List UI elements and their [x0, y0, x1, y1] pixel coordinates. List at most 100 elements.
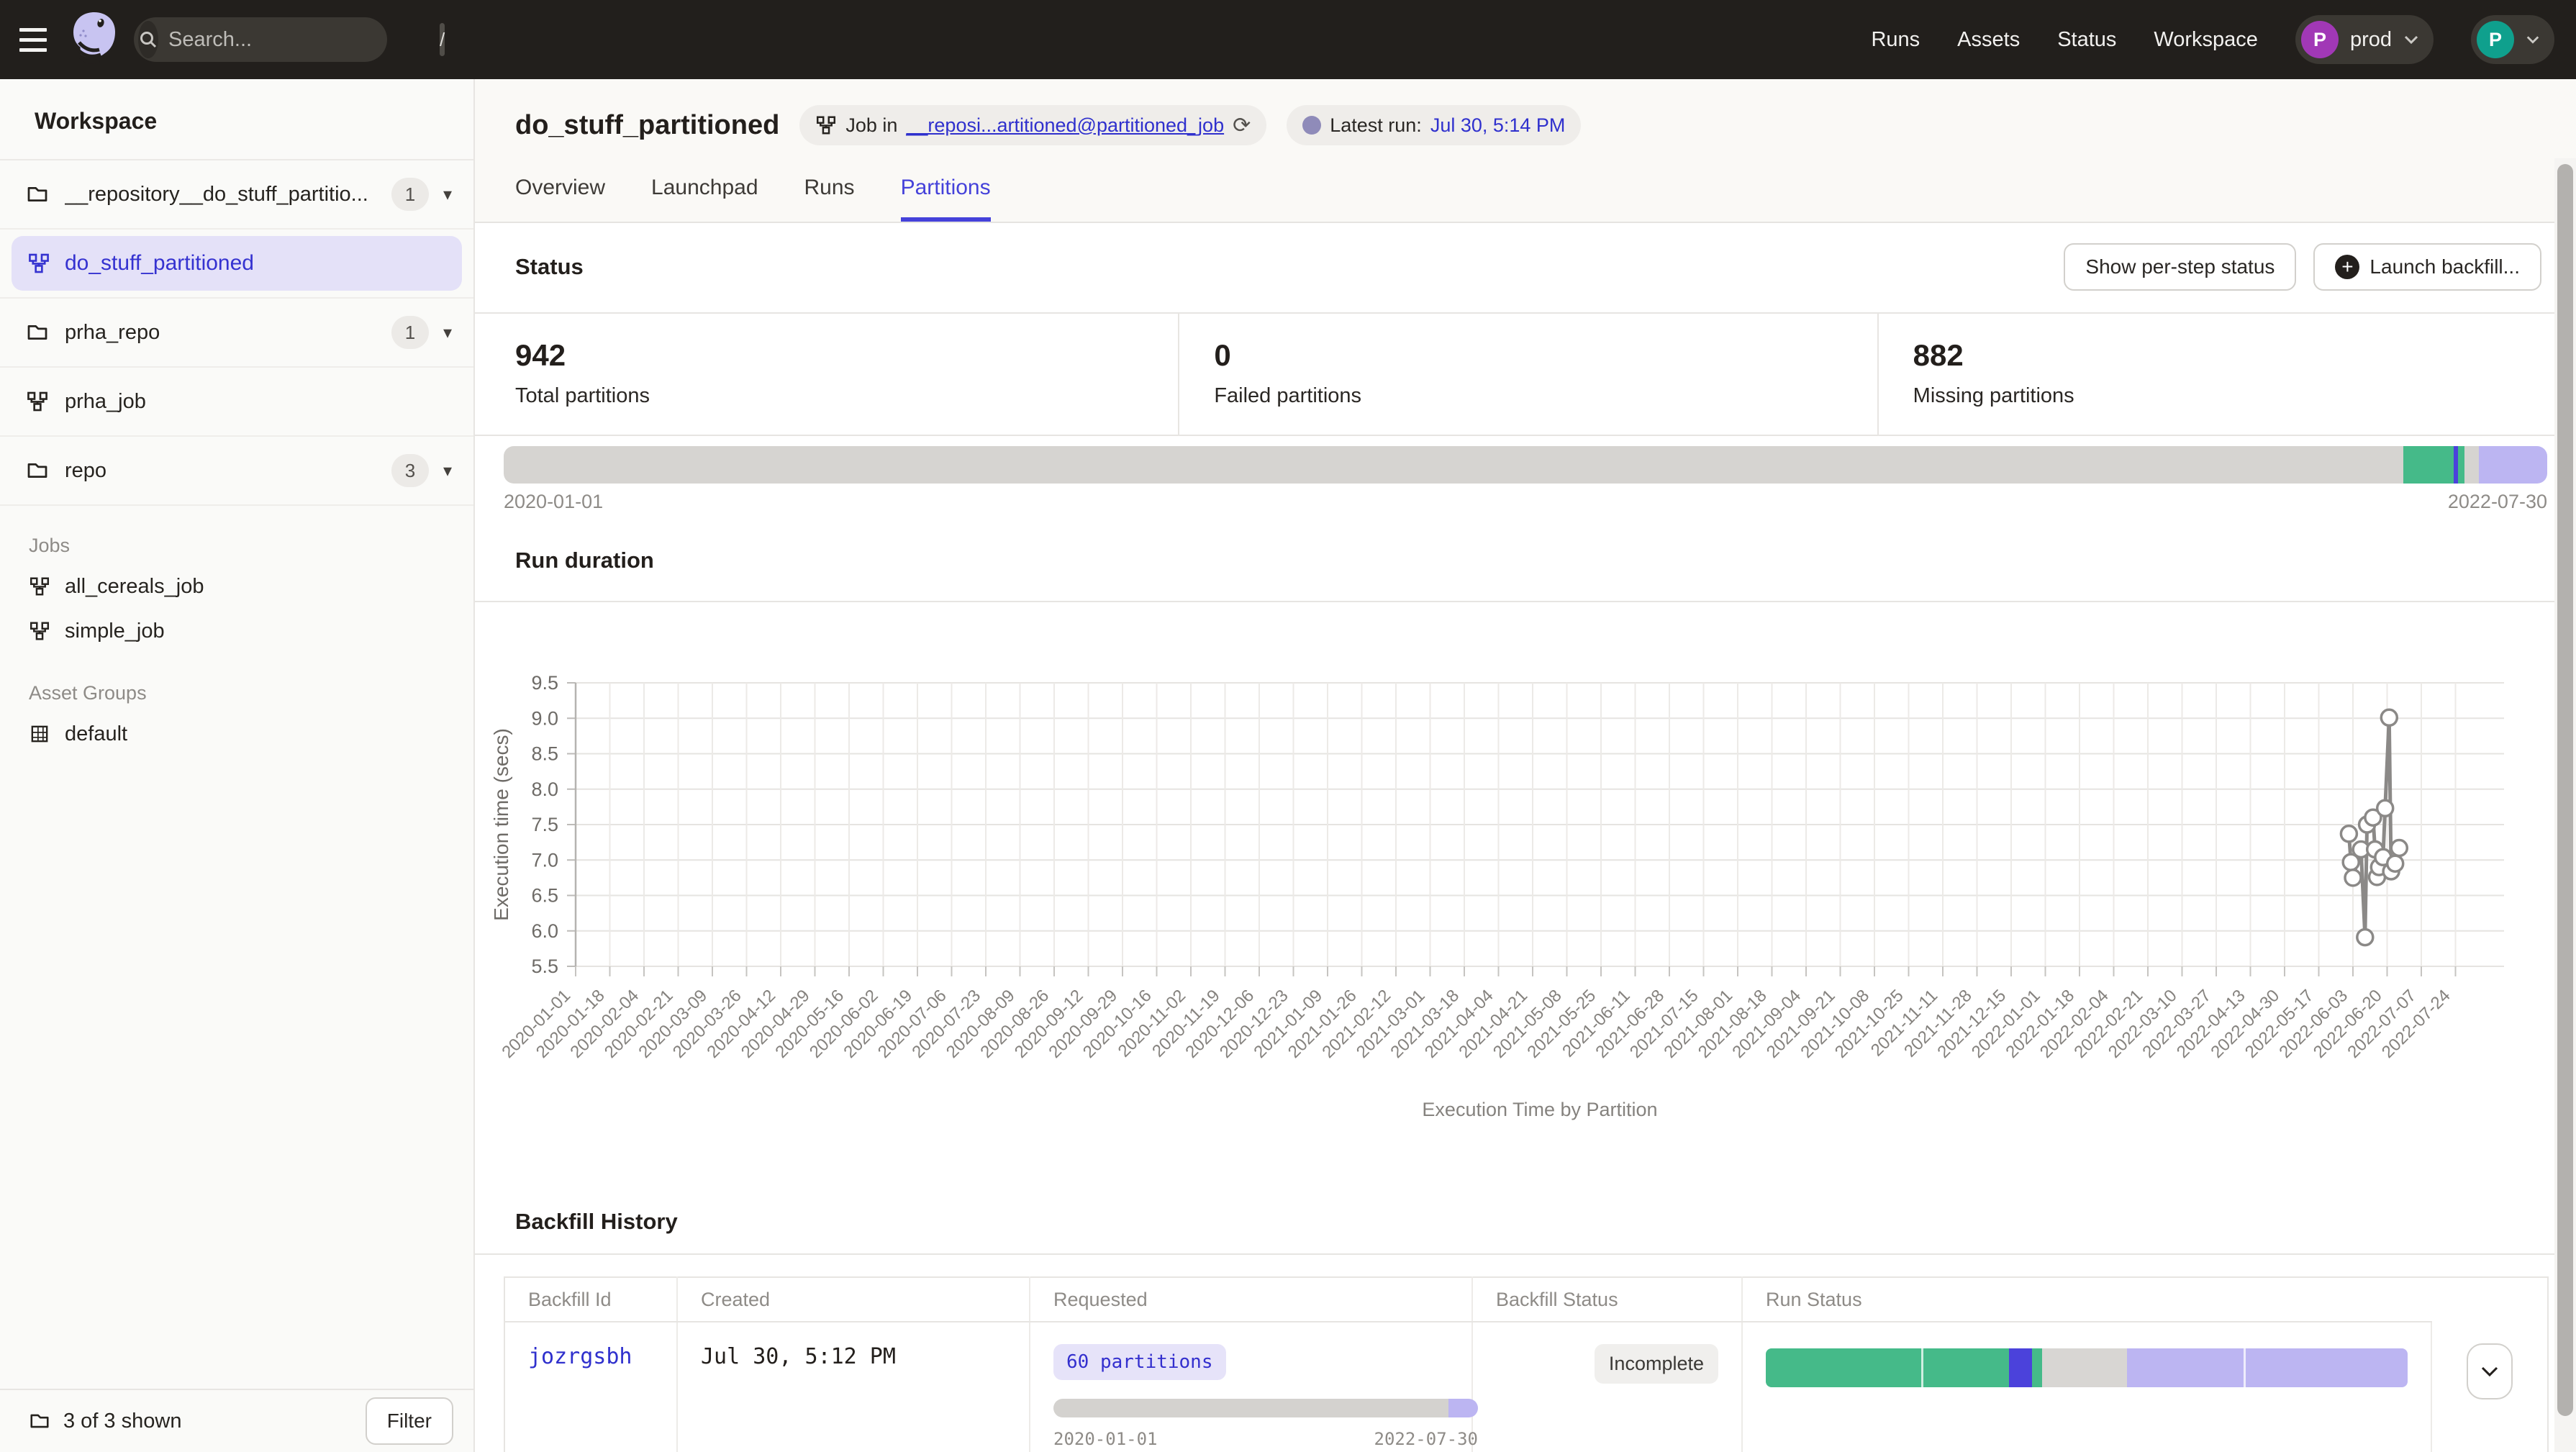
svg-text:9.5: 9.5 [531, 672, 558, 694]
bar-segment [1053, 1399, 1448, 1417]
svg-text:Execution time (secs): Execution time (secs) [490, 728, 512, 921]
column-header-requested: Requested [1030, 1277, 1472, 1322]
sidebar-item-prha_repo[interactable]: prha_repo 1 ▾ [0, 299, 473, 368]
bar-segment [2042, 1348, 2128, 1387]
run-duration-title: Run duration [515, 548, 654, 573]
nav-link-runs[interactable]: Runs [1871, 28, 1920, 52]
tab-partitions[interactable]: Partitions [901, 176, 991, 222]
expand-row-button[interactable] [2467, 1343, 2513, 1399]
stat-total-partitions: 942 Total partitions [475, 314, 1178, 435]
bar-segment [2464, 446, 2479, 484]
svg-text:6.0: 6.0 [531, 920, 558, 942]
job-origin-link[interactable]: __reposi...artitioned@partitioned_job [906, 114, 1224, 137]
bar-segment [1448, 1399, 1478, 1417]
backfill-id-link[interactable]: jozrgsbh [528, 1344, 632, 1369]
svg-text:6.5: 6.5 [531, 885, 558, 907]
bar-segment [2032, 1348, 2041, 1387]
chevron-down-icon [2403, 35, 2419, 45]
show-per-step-status-button[interactable]: Show per-step status [2064, 243, 2296, 291]
sidebar-item-label: prha_repo [65, 321, 380, 345]
caret-down-icon[interactable]: ▾ [443, 460, 452, 481]
sidebar-item-prha_job[interactable]: prha_job [0, 368, 473, 437]
column-header-backfill-id: Backfill Id [504, 1277, 677, 1322]
run-status-cell [1742, 1322, 2431, 1452]
requested-range-end: 2022-07-30 [1374, 1429, 1479, 1449]
sidebar-item-repo[interactable]: repo 3 ▾ [0, 437, 473, 506]
backfill-requested-cell: 60 partitions 2020-01-01 2022-07-30 [1030, 1322, 1472, 1452]
run-status-bar[interactable] [1766, 1348, 2408, 1387]
backfill-history-title: Backfill History [515, 1209, 678, 1234]
latest-run-link[interactable]: Jul 30, 5:14 PM [1430, 114, 1566, 137]
folder-icon [29, 1410, 50, 1432]
asset-group-icon [29, 723, 50, 745]
status-section-title: Status [515, 254, 584, 280]
svg-text:8.0: 8.0 [531, 779, 558, 800]
sidebar-item-label: prha_job [65, 390, 452, 414]
requested-range-bar [1053, 1399, 1478, 1417]
bar-segment [2246, 1348, 2408, 1387]
tab-overview[interactable]: Overview [515, 176, 605, 222]
svg-text:8.5: 8.5 [531, 743, 558, 765]
bar-segment [504, 446, 2403, 484]
slash-shortcut-key: / [440, 23, 445, 56]
menu-icon[interactable] [6, 0, 60, 79]
sidebar-heading: Workspace [0, 79, 473, 159]
search-input[interactable] [158, 28, 440, 52]
item-count-badge: 1 [391, 316, 429, 349]
svg-text:Execution Time by Partition: Execution Time by Partition [1422, 1099, 1657, 1120]
bar-segment [2479, 446, 2547, 484]
sidebar-item-label: do_stuff_partitioned [65, 251, 446, 276]
job-header: do_stuff_partitioned Job in __reposi...a… [475, 79, 2576, 223]
scrollbar-thumb[interactable] [2557, 164, 2573, 1416]
sidebar-job-all_cereals_job[interactable]: all_cereals_job [0, 564, 473, 609]
job-icon [29, 620, 50, 642]
partition-status-bar[interactable] [504, 446, 2547, 484]
latest-run-label: Latest run: [1330, 114, 1422, 137]
scrollbar-track[interactable] [2554, 158, 2576, 1452]
refresh-icon[interactable]: ⟳ [1233, 113, 1251, 138]
caret-down-icon[interactable]: ▾ [443, 322, 452, 343]
stat-failed-partitions: 0 Failed partitions [1178, 314, 1877, 435]
requested-range-start: 2020-01-01 [1053, 1429, 1158, 1449]
dagster-logo-icon [71, 11, 118, 68]
sidebar-item-label: repo [65, 459, 380, 483]
item-count-badge: 3 [391, 454, 429, 487]
plus-circle-icon: + [2335, 255, 2359, 279]
tab-launchpad[interactable]: Launchpad [651, 176, 758, 222]
launch-backfill-button[interactable]: + Launch backfill... [2313, 243, 2541, 291]
deployment-label: prod [2350, 28, 2392, 52]
sidebar-footer: 3 of 3 shown Filter [0, 1389, 473, 1452]
global-search: / [134, 17, 387, 62]
deployment-switcher[interactable]: P prod [2295, 15, 2434, 64]
folder-icon [26, 459, 49, 482]
requested-partitions-badge[interactable]: 60 partitions [1053, 1344, 1226, 1380]
folder-icon [26, 183, 49, 206]
job-icon [815, 114, 837, 136]
svg-text:5.5: 5.5 [531, 956, 558, 977]
filter-button[interactable]: Filter [366, 1397, 453, 1445]
sidebar-item-do_stuff_partitioned[interactable]: do_stuff_partitioned [0, 230, 473, 299]
backfill-status-cell: Incomplete [1472, 1322, 1742, 1452]
job-origin-tag: Job in __reposi...artitioned@partitioned… [799, 105, 1266, 145]
partition-range-start: 2020-01-01 [504, 491, 603, 513]
bar-segment [1923, 1348, 2009, 1387]
column-header-created: Created [677, 1277, 1030, 1322]
job-origin-prefix: Job in [845, 114, 897, 137]
sidebar-item-label: __repository__do_stuff_partitio... [65, 183, 380, 207]
sidebar-job-simple_job[interactable]: simple_job [0, 609, 473, 653]
workspace-sidebar: Workspace __repository__do_stuff_partiti… [0, 79, 475, 1452]
nav-link-workspace[interactable]: Workspace [2154, 28, 2258, 52]
user-menu[interactable]: P [2471, 15, 2554, 64]
nav-link-assets[interactable]: Assets [1957, 28, 2020, 52]
sidebar-asset-group-default[interactable]: default [0, 712, 473, 756]
stat-missing-partitions: 882 Missing partitions [1877, 314, 2576, 435]
deployment-avatar: P [2301, 21, 2339, 58]
column-header-backfill-status: Backfill Status [1472, 1277, 1742, 1322]
nav-link-status[interactable]: Status [2057, 28, 2116, 52]
tab-runs[interactable]: Runs [804, 176, 855, 222]
search-icon [138, 21, 158, 58]
backfill-history-table: Backfill IdCreatedRequestedBackfill Stat… [504, 1276, 2549, 1452]
bar-segment [2458, 446, 2464, 484]
caret-down-icon[interactable]: ▾ [443, 184, 452, 205]
sidebar-item-__repository__do_stuff_partitio...[interactable]: __repository__do_stuff_partitio...1▾ [0, 160, 473, 230]
